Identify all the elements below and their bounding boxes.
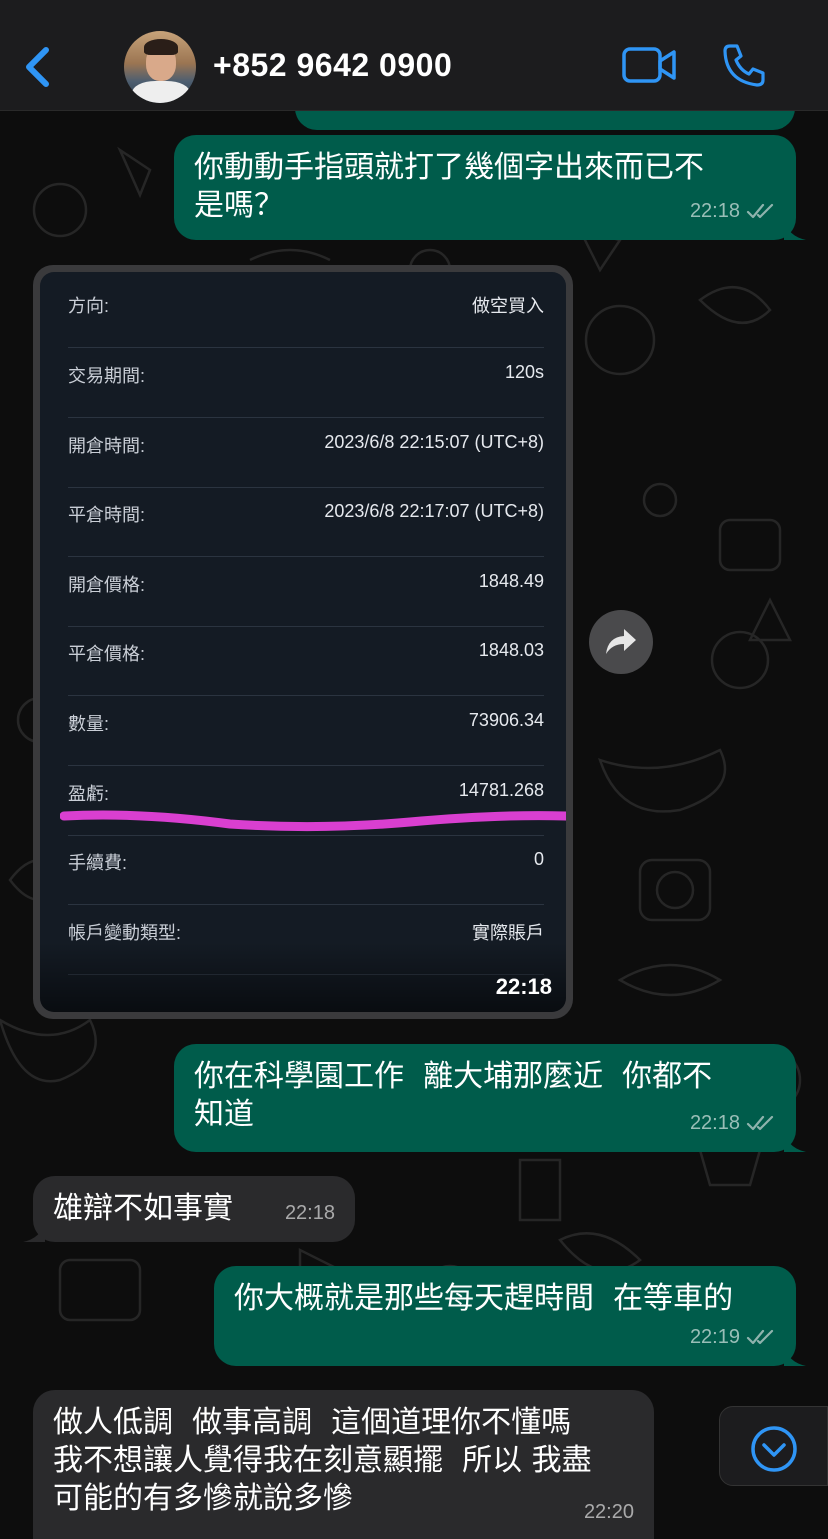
trade-label: 平倉時間: (68, 505, 146, 525)
trade-label: 手續費: (68, 853, 128, 873)
message-meta: 22:19 (690, 1318, 776, 1356)
trade-screenshot-image[interactable]: 方向: 做空買入 交易期間: 120s 開倉時間: 2023/6/8 22:15… (40, 272, 566, 1012)
forward-arrow-icon (606, 629, 636, 654)
trade-label: 方向: (68, 296, 110, 316)
trade-row: 開倉價格: 1848.49 (68, 557, 544, 627)
trade-label: 數量: (68, 714, 110, 734)
trade-row: 數量: 73906.34 (68, 696, 544, 766)
message-bubble-outgoing[interactable]: 你動動手指頭就打了幾個字出來而已不 是嗎？ 22:18 (174, 135, 806, 240)
message-time: 22:20 (583, 1501, 634, 1523)
message-meta: 22:18 (285, 1194, 335, 1232)
message-text: 做人低調 做事高調 這個道理你不懂嗎 我不想讓人覺得我在刻意顯擺 所以 我盡 可… (53, 1405, 592, 1516)
image-message[interactable]: 方向: 做空買入 交易期間: 120s 開倉時間: 2023/6/8 22:15… (33, 265, 573, 1019)
message-time: 22:18 (284, 1202, 335, 1224)
trade-row: 交易期間: 120s (68, 348, 544, 418)
contact-name[interactable]: +852 9642 0900 (213, 47, 452, 84)
chevron-down-circle-icon (751, 1426, 797, 1472)
message-text: 你大概就是那些每天趕時間 在等車的 (234, 1281, 734, 1316)
message-text: 你動動手指頭就打了幾個字出來而已不 是嗎？ (194, 150, 704, 223)
message-bubble-incoming[interactable]: 做人低調 做事高調 這個道理你不懂嗎 我不想讓人覺得我在刻意顯擺 所以 我盡 可… (33, 1390, 654, 1539)
trade-row: 手續費: 0 (68, 835, 544, 905)
message-meta: 22:18 (690, 192, 776, 230)
trade-label: 交易期間: (68, 366, 146, 386)
trade-value: 1848.49 (478, 571, 544, 591)
message-bubble-outgoing[interactable]: 你大概就是那些每天趕時間 在等車的 22:19 (214, 1266, 806, 1366)
message-time: 22:18 (689, 200, 740, 222)
message-meta: 22:18 (690, 1104, 776, 1142)
phone-icon[interactable] (722, 43, 766, 87)
trade-value: 做空買入 (472, 296, 544, 316)
read-ticks-icon (746, 203, 774, 219)
trade-value: 73906.34 (468, 710, 544, 730)
message-time: 22:18 (689, 1112, 740, 1134)
forward-button[interactable] (589, 610, 653, 674)
video-camera-icon[interactable] (622, 46, 676, 84)
scroll-to-bottom-button[interactable] (719, 1406, 828, 1486)
trade-value: 120s (504, 362, 544, 382)
message-time: 22:19 (689, 1326, 740, 1348)
trade-value: 0 (533, 849, 544, 869)
chat-header: +852 9642 0900 (0, 0, 828, 111)
message-bubble-outgoing[interactable]: 你在科學園工作 離大埔那麼近 你都不 知道 22:18 (174, 1044, 806, 1152)
read-ticks-icon (746, 1329, 774, 1345)
message-meta: 22:20 (584, 1493, 634, 1531)
trade-value: 2023/6/8 22:17:07 (UTC+8) (324, 501, 544, 521)
trade-value: 2023/6/8 22:15:07 (UTC+8) (324, 432, 544, 452)
trade-row: 方向: 做空買入 (68, 278, 544, 348)
avatar[interactable] (124, 31, 196, 103)
message-text: 你在科學園工作 離大埔那麼近 你都不 知道 (194, 1059, 713, 1132)
read-ticks-icon (746, 1115, 774, 1131)
highlight-underline (60, 810, 566, 832)
trade-row: 平倉時間: 2023/6/8 22:17:07 (UTC+8) (68, 487, 544, 557)
trade-label: 盈虧: (68, 784, 110, 804)
trade-label: 開倉價格: (68, 575, 146, 595)
trade-label: 開倉時間: (68, 436, 146, 456)
back-chevron-icon[interactable] (22, 46, 54, 88)
trade-value: 14781.268 (458, 780, 544, 800)
trade-row: 平倉價格: 1848.03 (68, 626, 544, 696)
trade-value: 1848.03 (478, 640, 544, 660)
message-time: 22:18 (495, 974, 552, 999)
trade-row: 開倉時間: 2023/6/8 22:15:07 (UTC+8) (68, 418, 544, 488)
message-bubble-incoming[interactable]: 雄辯不如事實 22:18 (23, 1176, 355, 1242)
trade-label: 平倉價格: (68, 644, 146, 664)
